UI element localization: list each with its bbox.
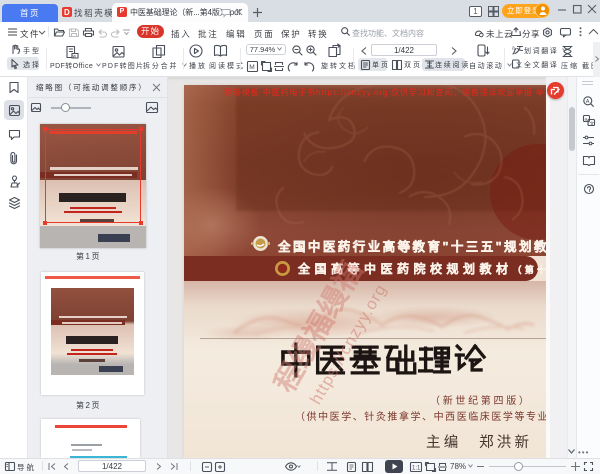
svg-text:a: a bbox=[585, 118, 588, 123]
svg-text:A: A bbox=[586, 99, 590, 105]
svg-text:文: 文 bbox=[516, 61, 522, 69]
svg-text:M: M bbox=[249, 64, 254, 71]
svg-text:1: 1 bbox=[473, 7, 478, 16]
svg-text:a: a bbox=[512, 46, 515, 52]
svg-text:文: 文 bbox=[590, 120, 595, 127]
svg-text:1:1: 1:1 bbox=[412, 465, 421, 471]
